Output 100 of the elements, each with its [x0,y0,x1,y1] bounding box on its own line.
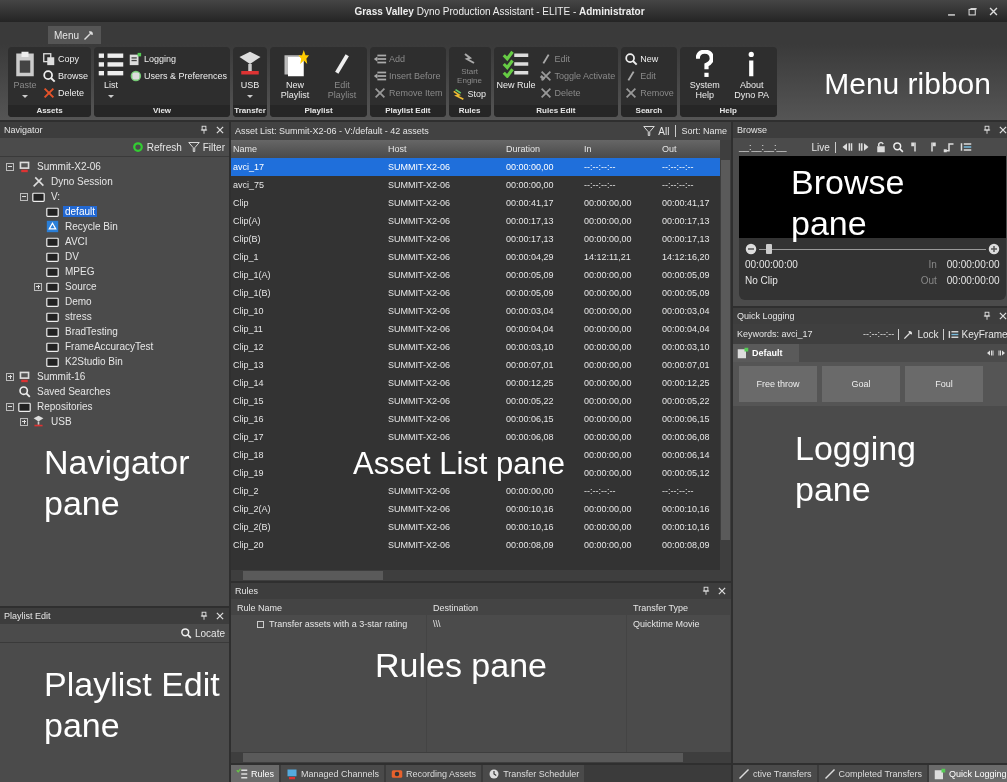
step-back-icon[interactable] [840,141,853,153]
tab[interactable]: Default [733,344,799,362]
tree-item[interactable]: DV [63,251,81,262]
scrollbar[interactable] [720,140,731,570]
pin-icon[interactable] [701,586,711,596]
tree-item[interactable]: V: [49,191,63,202]
ribbon-button[interactable]: About Dyno PA [729,50,774,105]
ribbon-button[interactable]: USB [236,50,265,105]
timecode-field[interactable]: __:__:__:__ [739,142,787,152]
expand-toggle[interactable] [6,372,14,381]
ribbon-button[interactable]: Delete [42,84,88,101]
slider-thumb[interactable] [765,243,772,254]
tree-item[interactable]: default [63,206,98,217]
close-icon[interactable] [997,125,1007,135]
scrollbar[interactable] [231,570,731,581]
column-header[interactable]: Destination [427,599,627,617]
checkbox[interactable] [257,620,264,628]
close-icon[interactable] [717,586,727,596]
pin-icon[interactable] [981,125,992,135]
tree-item[interactable]: stress [63,311,94,322]
tree-item[interactable]: Summit-X2-06 [35,161,103,172]
expand-toggle[interactable] [34,282,42,291]
ribbon-button[interactable]: Copy [42,50,88,67]
tab[interactable]: Recording Assets [386,765,482,782]
column-header[interactable]: Rule Name [231,599,427,617]
sort-button[interactable]: Sort: Name [675,125,727,137]
column-header[interactable]: Out [660,144,720,154]
connector-icon[interactable] [942,141,955,153]
close-icon[interactable] [215,125,225,135]
scroll-left-icon[interactable] [985,349,994,357]
scrollbar-thumb[interactable] [243,571,383,580]
zoom-out-icon[interactable] [745,243,757,255]
column-header[interactable]: In [582,144,660,154]
column-header[interactable]: Transfer Type [627,599,731,617]
tree-item[interactable]: Demo [63,296,94,307]
ribbon-button[interactable]: List [97,50,125,105]
tree-item[interactable]: Recycle Bin [63,221,120,232]
tree-item[interactable]: Summit-16 [35,371,88,382]
tab[interactable]: ctive Transfers [733,765,817,782]
ribbon-button[interactable]: Users & Preferences [128,67,228,84]
collapse-toggle[interactable] [6,162,14,171]
table-cell-text: 00:00:41,17 [661,198,711,208]
toolbar-button[interactable]: Refresh [131,141,182,153]
tab[interactable]: Transfer Scheduler [483,765,585,782]
ribbon-button[interactable]: Logging [128,50,228,67]
ribbon-button[interactable]: New Playlist [273,50,318,105]
collapse-toggle[interactable] [6,402,14,411]
tab[interactable]: Completed Transfers [818,765,928,782]
tab[interactable]: Managed Channels [281,765,385,782]
collapse-toggle[interactable] [20,192,28,201]
tree-item[interactable]: MPEG [63,266,97,277]
menu-tab[interactable]: Menu [48,26,101,44]
timecode-field[interactable]: --:--:--:-- [862,329,895,339]
tree-item[interactable]: BradTesting [63,326,120,337]
step-forward-icon[interactable] [857,141,870,153]
ribbon-button[interactable]: Browse [42,67,88,84]
search-icon[interactable] [891,141,904,153]
pin-icon[interactable] [981,311,992,321]
scrollbar-thumb[interactable] [243,753,683,762]
scroll-right-icon[interactable] [997,349,1006,357]
padlock-icon[interactable] [874,141,887,153]
tab[interactable]: Rules [231,765,279,782]
tree-item[interactable]: Saved Searches [35,386,113,397]
tree-item[interactable]: Dyno Session [49,176,115,187]
tab[interactable]: Quick Logging [929,765,1007,782]
close-icon[interactable] [988,5,999,17]
close-icon[interactable] [997,311,1007,321]
scrollbar-thumb[interactable] [721,160,730,540]
log-button[interactable]: Free throw [739,366,817,402]
keyframe-button[interactable]: KeyFrame [947,328,1007,340]
ribbon-button[interactable]: New Rule [496,50,536,105]
table-cell-text: Clip_1 [232,252,260,262]
restore-icon[interactable] [967,5,978,17]
column-header[interactable]: Duration [504,144,582,154]
tree-item[interactable]: FrameAccuracyTest [63,341,156,352]
pin-icon[interactable] [199,611,209,621]
toolbar-button[interactable]: Filter [187,141,225,153]
pin-icon[interactable] [199,125,209,135]
toolbar-button[interactable]: Locate [179,627,225,639]
column-header[interactable]: Name [231,144,386,154]
ribbon-button[interactable]: New [624,50,674,67]
expand-toggle[interactable] [20,417,28,426]
tree-item[interactable]: USB [49,416,74,427]
log-button[interactable]: Foul [905,366,983,402]
tree-item[interactable]: Source [63,281,99,292]
live-button[interactable]: Live [811,141,830,153]
log-button[interactable]: Goal [822,366,900,402]
lock-button[interactable]: Lock [903,328,939,340]
selected-row[interactable]: avci_17 SUMMIT-X2-06 00:00:00,00 --:--:--:-- --:--:--:-- [231,158,720,176]
show-all-button[interactable]: All [643,125,670,137]
list-icon[interactable] [959,141,972,153]
tree-item[interactable]: AVCI [63,236,90,247]
zoom-in-icon[interactable] [987,243,1000,255]
tree-item[interactable]: K2Studio Bin [63,356,125,367]
ribbon-button[interactable]: Stop [451,85,488,102]
ribbon-button[interactable]: System Help [682,50,727,105]
column-header[interactable]: Host [386,144,504,154]
close-icon[interactable] [215,611,225,621]
tree-item[interactable]: Repositories [35,401,95,412]
scrollbar[interactable] [231,752,731,763]
